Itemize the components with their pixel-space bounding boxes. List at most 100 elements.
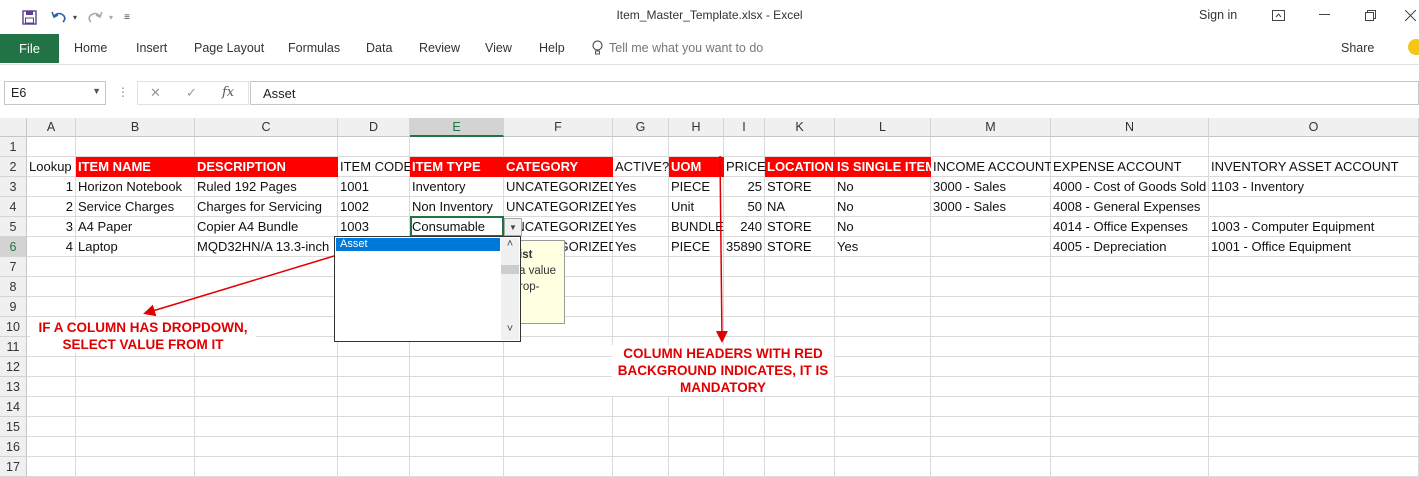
data-cell[interactable]: 1 <box>27 177 76 197</box>
data-cell[interactable]: PIECE <box>669 237 724 257</box>
data-cell[interactable]: 3 <box>27 217 76 237</box>
column-header-o[interactable]: O <box>1209 118 1419 137</box>
data-cell[interactable]: 1001 <box>338 177 410 197</box>
column-header-a[interactable]: A <box>27 118 76 137</box>
data-cell[interactable]: 3000 - Sales <box>931 197 1051 217</box>
data-cell[interactable]: No <box>835 177 931 197</box>
chevron-down-icon[interactable]: ▼ <box>92 86 101 96</box>
row-header-15[interactable]: 15 <box>0 417 27 437</box>
data-cell[interactable]: 4008 - General Expenses <box>1051 197 1209 217</box>
data-cell[interactable]: No <box>835 217 931 237</box>
data-cell[interactable]: Service Charges <box>76 197 195 217</box>
row-header-2[interactable]: 2 <box>0 157 27 177</box>
header-cell[interactable]: EXPENSE ACCOUNT <box>1051 157 1209 177</box>
data-cell[interactable]: 1003 <box>338 217 410 237</box>
tell-me-box[interactable]: Tell me what you want to do <box>592 40 763 55</box>
data-cell[interactable]: Yes <box>613 237 669 257</box>
row-header-16[interactable]: 16 <box>0 437 27 457</box>
data-cell[interactable]: Ruled 192 Pages <box>195 177 338 197</box>
tab-page-layout[interactable]: Page Layout <box>194 41 264 55</box>
tab-help[interactable]: Help <box>539 41 565 55</box>
minimize-icon[interactable] <box>1312 5 1336 25</box>
row-header-13[interactable]: 13 <box>0 377 27 397</box>
data-cell[interactable]: MQD32HN/A 13.3-inch <box>195 237 338 257</box>
data-cell[interactable] <box>1209 197 1419 217</box>
header-cell[interactable]: ITEM CODE <box>338 157 410 177</box>
data-cell[interactable]: 3000 - Sales <box>931 177 1051 197</box>
data-cell[interactable]: Inventory <box>410 177 504 197</box>
column-header-l[interactable]: L <box>835 118 931 137</box>
ribbon-display-icon[interactable] <box>1266 5 1290 25</box>
row-header-7[interactable]: 7 <box>0 257 27 277</box>
data-cell[interactable]: 35890 <box>724 237 765 257</box>
sign-in-link[interactable]: Sign in <box>1199 8 1237 22</box>
row-header-12[interactable]: 12 <box>0 357 27 377</box>
column-header-e[interactable]: E <box>410 118 504 137</box>
data-cell[interactable]: UNCATEGORIZED <box>504 197 613 217</box>
data-cell[interactable]: 50 <box>724 197 765 217</box>
column-header-h[interactable]: H <box>669 118 724 137</box>
data-cell[interactable] <box>931 217 1051 237</box>
data-cell[interactable]: Copier A4 Bundle <box>195 217 338 237</box>
data-cell[interactable]: 1103 - Inventory <box>1209 177 1419 197</box>
enter-check-icon[interactable]: ✓ <box>186 85 197 101</box>
tab-data[interactable]: Data <box>366 41 392 55</box>
cancel-icon[interactable]: ✕ <box>150 85 161 101</box>
row-header-14[interactable]: 14 <box>0 397 27 417</box>
header-cell[interactable]: IS SINGLE ITEM <box>835 157 931 177</box>
tab-view[interactable]: View <box>485 41 512 55</box>
column-header-m[interactable]: M <box>931 118 1051 137</box>
row-header-17[interactable]: 17 <box>0 457 27 477</box>
data-cell[interactable]: 25 <box>724 177 765 197</box>
column-header-i[interactable]: I <box>724 118 765 137</box>
row-header-11[interactable]: 11 <box>0 337 27 357</box>
data-cell[interactable]: Yes <box>613 217 669 237</box>
data-cell[interactable]: 4014 - Office Expenses <box>1051 217 1209 237</box>
data-cell[interactable]: 4 <box>27 237 76 257</box>
formula-input[interactable]: Asset <box>250 81 1419 105</box>
dropdown-arrow-icon[interactable]: ▼ <box>504 218 522 236</box>
select-all-corner[interactable] <box>0 118 27 137</box>
dropdown-list[interactable]: Asset ˄ ˅ <box>334 236 521 342</box>
data-cell[interactable]: STORE <box>765 237 835 257</box>
data-cell[interactable]: Horizon Notebook <box>76 177 195 197</box>
data-cell[interactable]: Unit <box>669 197 724 217</box>
header-cell[interactable]: ITEM TYPE <box>410 157 504 177</box>
row-header-1[interactable]: 1 <box>0 137 27 157</box>
header-cell[interactable]: PRICE <box>724 157 765 177</box>
dropdown-option-asset[interactable]: Asset <box>336 238 500 251</box>
header-cell[interactable]: CATEGORY <box>504 157 613 177</box>
data-cell[interactable]: 1002 <box>338 197 410 217</box>
tab-insert[interactable]: Insert <box>136 41 167 55</box>
tab-review[interactable]: Review <box>419 41 460 55</box>
data-cell[interactable]: No <box>835 197 931 217</box>
data-cell[interactable]: 4005 - Depreciation <box>1051 237 1209 257</box>
data-cell[interactable]: A4 Paper <box>76 217 195 237</box>
header-cell[interactable]: INVENTORY ASSET ACCOUNT <box>1209 157 1419 177</box>
header-cell[interactable]: UOM <box>669 157 724 177</box>
column-header-n[interactable]: N <box>1051 118 1209 137</box>
header-cell[interactable]: LOCATION <box>765 157 835 177</box>
row-header-4[interactable]: 4 <box>0 197 27 217</box>
feedback-smiley-icon[interactable] <box>1408 39 1419 55</box>
row-header-10[interactable]: 10 <box>0 317 27 337</box>
data-cell[interactable]: BUNDLE <box>669 217 724 237</box>
row-header-9[interactable]: 9 <box>0 297 27 317</box>
data-cell[interactable]: NA <box>765 197 835 217</box>
column-header-b[interactable]: B <box>76 118 195 137</box>
data-cell[interactable]: 1001 - Office Equipment <box>1209 237 1419 257</box>
data-cell[interactable]: Yes <box>613 177 669 197</box>
data-cell[interactable]: 2 <box>27 197 76 217</box>
scroll-up-icon[interactable]: ˄ <box>501 238 519 254</box>
column-header-d[interactable]: D <box>338 118 410 137</box>
close-icon[interactable] <box>1398 5 1419 25</box>
data-cell[interactable]: Charges for Servicing <box>195 197 338 217</box>
column-header-c[interactable]: C <box>195 118 338 137</box>
data-cell[interactable]: STORE <box>765 177 835 197</box>
header-cell[interactable]: INCOME ACCOUNT <box>931 157 1051 177</box>
tab-file[interactable]: File <box>0 34 59 63</box>
name-box[interactable]: E6 ▼ <box>4 81 106 105</box>
scroll-down-icon[interactable]: ˅ <box>501 323 519 339</box>
restore-icon[interactable] <box>1358 5 1382 25</box>
data-cell[interactable]: 240 <box>724 217 765 237</box>
